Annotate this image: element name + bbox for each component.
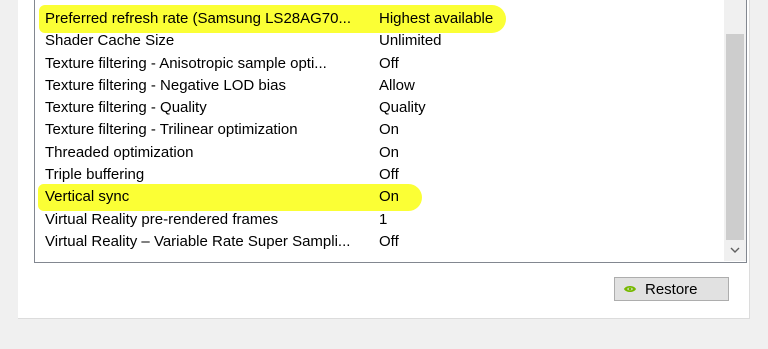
setting-value[interactable]: On <box>379 142 399 164</box>
setting-value[interactable]: On <box>379 119 399 141</box>
setting-row[interactable]: Virtual Reality – Variable Rate Super Sa… <box>35 231 703 253</box>
setting-row[interactable]: Shader Cache Size Unlimited <box>35 30 703 52</box>
setting-name: Shader Cache Size <box>45 32 175 50</box>
setting-value[interactable]: Highest available <box>379 8 493 30</box>
setting-name: Texture filtering - Quality <box>45 99 207 117</box>
setting-name: Threaded optimization <box>45 143 194 161</box>
nvidia-logo-icon <box>624 286 636 292</box>
scrollbar-thumb[interactable] <box>726 34 744 240</box>
setting-row[interactable]: Texture filtering - Anisotropic sample o… <box>35 53 703 75</box>
restore-button[interactable]: Restore <box>614 277 729 301</box>
setting-name: Virtual Reality – Variable Rate Super Sa… <box>45 232 351 250</box>
settings-rows: Preferred refresh rate (Samsung LS28AG70… <box>35 8 703 253</box>
setting-name: Preferred refresh rate (Samsung LS28AG70… <box>45 10 351 27</box>
setting-row[interactable]: Vertical sync On <box>35 186 703 208</box>
setting-value[interactable]: Allow <box>379 75 415 97</box>
setting-value[interactable]: Quality <box>379 97 426 119</box>
setting-name: Texture filtering - Negative LOD bias <box>45 76 286 94</box>
setting-value[interactable]: Off <box>379 231 399 253</box>
settings-listbox[interactable]: Preferred refresh rate (Samsung LS28AG70… <box>34 0 747 263</box>
chevron-down-icon <box>730 247 740 253</box>
setting-name: Texture filtering - Trilinear optimizati… <box>45 121 298 139</box>
setting-row[interactable]: Virtual Reality pre-rendered frames 1 <box>35 209 703 231</box>
setting-value[interactable]: 1 <box>379 209 387 231</box>
setting-name: Vertical sync <box>45 188 130 206</box>
setting-row[interactable]: Texture filtering - Negative LOD bias Al… <box>35 75 703 97</box>
setting-name: Texture filtering - Anisotropic sample o… <box>45 54 327 72</box>
setting-row[interactable]: Threaded optimization On <box>35 142 703 164</box>
settings-panel: Preferred refresh rate (Samsung LS28AG70… <box>18 0 750 319</box>
setting-value[interactable]: Unlimited <box>379 30 442 52</box>
setting-name: Triple buffering <box>45 166 145 184</box>
setting-value[interactable]: Off <box>379 53 399 75</box>
setting-row[interactable]: Texture filtering - Trilinear optimizati… <box>35 119 703 141</box>
restore-label: Restore <box>645 280 698 298</box>
setting-row[interactable]: Texture filtering - Quality Quality <box>35 97 703 119</box>
scroll-down-button[interactable] <box>724 241 746 259</box>
vertical-scrollbar[interactable] <box>724 0 746 261</box>
setting-row[interactable]: Triple buffering Off <box>35 164 703 186</box>
setting-value[interactable]: Off <box>379 164 399 186</box>
setting-name: Virtual Reality pre-rendered frames <box>45 210 279 228</box>
setting-row[interactable]: Preferred refresh rate (Samsung LS28AG70… <box>35 8 703 30</box>
setting-value[interactable]: On <box>379 186 399 208</box>
